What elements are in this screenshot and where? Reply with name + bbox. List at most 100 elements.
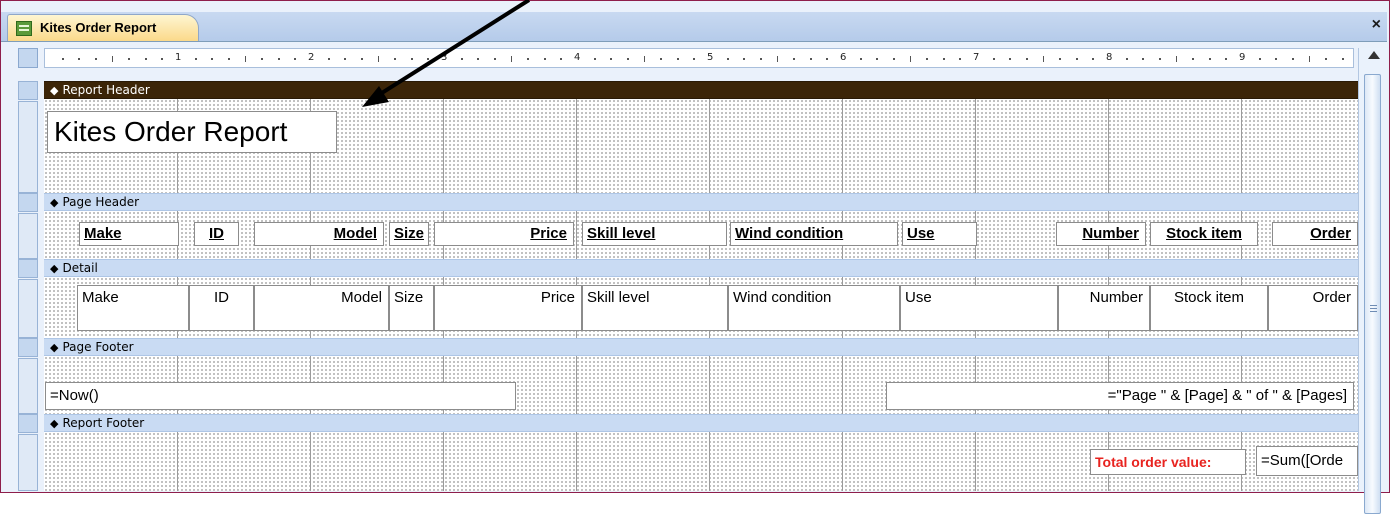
ruler-dot: [1208, 58, 1211, 60]
report-header-grid[interactable]: Kites Order Report: [44, 99, 1358, 193]
section-name: Detail: [62, 261, 98, 275]
field-stock-item[interactable]: Stock item: [1150, 285, 1268, 331]
ruler-dot: [1125, 58, 1128, 60]
section-selector-page-header[interactable]: [18, 193, 38, 212]
label-model[interactable]: Model: [254, 222, 384, 246]
section-name: Report Header: [62, 83, 150, 97]
grid-line: [576, 211, 577, 259]
band-report-footer[interactable]: ◆ Report Footer: [44, 414, 1358, 432]
ruler-dot: [194, 58, 197, 60]
ruler-dot: [660, 58, 663, 60]
report-selector[interactable]: [18, 48, 38, 68]
scroll-up-icon[interactable]: [1368, 51, 1380, 59]
band-page-header[interactable]: ◆ Page Header: [44, 193, 1358, 211]
section-selector-report-footer[interactable]: [18, 414, 38, 433]
ruler-tick: [244, 56, 246, 62]
label-price[interactable]: Price: [434, 222, 574, 246]
field-wind-condition[interactable]: Wind condition: [728, 285, 900, 331]
band-label-page-header: ◆ Page Header: [50, 195, 139, 209]
field-make[interactable]: Make: [77, 285, 189, 331]
vertical-ruler-report-footer[interactable]: [18, 434, 38, 491]
band-detail[interactable]: ◆ Detail: [44, 259, 1358, 277]
vertical-ruler-page-footer[interactable]: [18, 358, 38, 414]
date-textbox[interactable]: =Now(): [45, 382, 516, 410]
label-use[interactable]: Use: [902, 222, 977, 246]
grid-line: [177, 432, 178, 491]
grid-line: [310, 432, 311, 491]
ruler-tick: [1175, 56, 1177, 62]
label-id[interactable]: ID: [194, 222, 239, 246]
vertical-ruler-detail[interactable]: [18, 279, 38, 338]
ruler-dot: [543, 58, 546, 60]
horizontal-ruler[interactable]: 1 2 3 4 5 6 7 8 9: [44, 48, 1354, 68]
band-label-report-header: ◆ Report Header: [50, 83, 150, 97]
ruler-dot: [493, 58, 496, 60]
ruler-dot: [344, 58, 347, 60]
ruler-dot: [1142, 58, 1145, 60]
close-icon[interactable]: ×: [1372, 16, 1381, 34]
field-price[interactable]: Price: [434, 285, 582, 331]
ruler-dot: [261, 58, 264, 60]
label-order[interactable]: Order: [1272, 222, 1358, 246]
field-number[interactable]: Number: [1058, 285, 1150, 331]
ruler-number: 1: [175, 52, 182, 63]
total-order-value-label[interactable]: Total order value:: [1090, 449, 1246, 475]
detail-grid[interactable]: Make ID Model Size Price Skill level Win…: [44, 277, 1358, 338]
vertical-scrollbar[interactable]: [1358, 48, 1387, 514]
ruler-dot: [892, 58, 895, 60]
ruler-dot: [726, 58, 729, 60]
label-make[interactable]: Make: [79, 222, 179, 246]
grid-line: [576, 356, 577, 414]
field-size[interactable]: Size: [389, 285, 434, 331]
band-report-header[interactable]: ◆ Report Header: [44, 81, 1358, 99]
field-model[interactable]: Model: [254, 285, 389, 331]
ruler-dot: [1092, 58, 1095, 60]
band-page-footer[interactable]: ◆ Page Footer: [44, 338, 1358, 356]
ruler-dot: [227, 58, 230, 60]
band-label-detail: ◆ Detail: [50, 261, 98, 275]
ruler-tick: [1042, 56, 1044, 62]
ruler-number: 2: [308, 52, 315, 63]
ruler-dot: [1258, 58, 1261, 60]
ruler-tick: [377, 56, 379, 62]
ruler-dot: [1075, 58, 1078, 60]
section-selector-report-header[interactable]: [18, 81, 38, 100]
field-use[interactable]: Use: [900, 285, 1058, 331]
ruler-dot: [992, 58, 995, 60]
grid-line: [975, 432, 976, 491]
tab-kites-order-report[interactable]: Kites Order Report: [7, 14, 199, 41]
field-order[interactable]: Order: [1268, 285, 1358, 331]
field-id[interactable]: ID: [189, 285, 254, 331]
grid-line: [576, 432, 577, 491]
field-skill-level[interactable]: Skill level: [582, 285, 728, 331]
grid-line: [975, 99, 976, 193]
grid-line: [443, 432, 444, 491]
ruler-number: 6: [840, 52, 847, 63]
label-skill-level[interactable]: Skill level: [582, 222, 727, 246]
document-tab-bar: Kites Order Report ×: [1, 12, 1387, 42]
ruler-dot: [61, 58, 64, 60]
report-title-label[interactable]: Kites Order Report: [47, 111, 337, 153]
vertical-ruler-report-header[interactable]: [18, 101, 38, 193]
ruler-tick: [909, 56, 911, 62]
page-number-textbox[interactable]: ="Page " & [Page] & " of " & [Pages]: [886, 382, 1354, 410]
page-footer-grid[interactable]: =Now() ="Page " & [Page] & " of " & [Pag…: [44, 356, 1358, 414]
section-selector-page-footer[interactable]: [18, 338, 38, 357]
band-label-page-footer: ◆ Page Footer: [50, 340, 134, 354]
ruler-dot: [211, 58, 214, 60]
ruler-dot: [1009, 58, 1012, 60]
label-wind-condition[interactable]: Wind condition: [730, 222, 898, 246]
page-header-grid[interactable]: Make ID Model Size Price Skill level Win…: [44, 211, 1358, 259]
label-size[interactable]: Size: [389, 222, 429, 246]
label-stock-item[interactable]: Stock item: [1150, 222, 1258, 246]
vertical-ruler-page-header[interactable]: [18, 213, 38, 259]
section-arrow-icon: ◆: [50, 196, 59, 209]
ruler-dot: [144, 58, 147, 60]
grid-line: [443, 99, 444, 193]
label-number[interactable]: Number: [1056, 222, 1146, 246]
scroll-thumb[interactable]: [1364, 74, 1381, 514]
ruler-number: 8: [1106, 52, 1113, 63]
report-footer-grid[interactable]: Total order value: =Sum([Orde: [44, 432, 1358, 491]
total-order-value-textbox[interactable]: =Sum([Orde: [1256, 446, 1358, 476]
section-selector-detail[interactable]: [18, 259, 38, 278]
